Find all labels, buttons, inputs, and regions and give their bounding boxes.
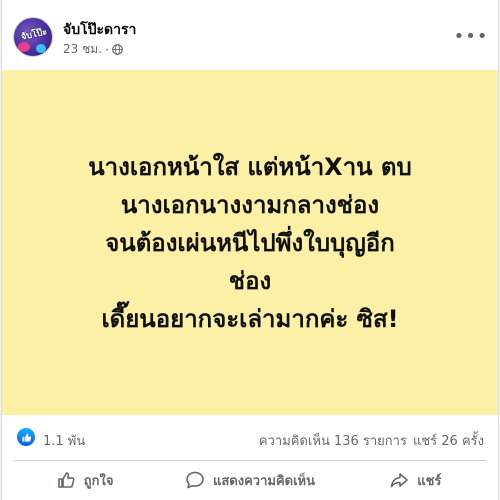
comment-label: แสดงความคิดเห็น bbox=[212, 473, 315, 489]
post-card: จับโป๊ะ จับโป๊ะดารา 23 ชม. · ••• นางเอกห… bbox=[1, 0, 499, 500]
meta-separator: · bbox=[104, 42, 109, 57]
action-bar: ถูกใจ แสดงความคิดเห็น แชร์ bbox=[2, 461, 498, 499]
more-options-icon: ••• bbox=[453, 26, 489, 47]
like-button[interactable]: ถูกใจ bbox=[2, 461, 167, 499]
avatar-decoration bbox=[36, 44, 46, 53]
share-button[interactable]: แชร์ bbox=[333, 461, 498, 499]
post-image-text: นางเอกหน้าใส แต่หน้าXาน ตบ นางเอกนางงามก… bbox=[40, 148, 460, 338]
comment-icon bbox=[186, 471, 204, 489]
engagement-stats: ความคิดเห็น 136 รายการ แชร์ 26 ครั้ง bbox=[259, 430, 484, 451]
avatar-decoration bbox=[18, 42, 30, 52]
reactions-count[interactable]: 1.1 พัน bbox=[43, 430, 85, 451]
thumbs-up-icon bbox=[57, 472, 75, 488]
post-stats: 1.1 พัน ความคิดเห็น 136 รายการ แชร์ 26 ค… bbox=[2, 422, 498, 452]
post-meta: 23 ชม. · bbox=[63, 40, 123, 59]
avatar[interactable]: จับโป๊ะ bbox=[13, 17, 53, 57]
image-text-line: จนต้องเผ่นหนีไปพึ่งใบบุญอีก bbox=[105, 228, 395, 257]
share-icon bbox=[390, 473, 409, 488]
image-text-line: นางเอกหน้าใส แต่หน้าXาน ตบ bbox=[88, 152, 412, 181]
page-name-link[interactable]: จับโป๊ะดารา bbox=[63, 19, 136, 41]
post-header: จับโป๊ะ จับโป๊ะดารา 23 ชม. · ••• bbox=[2, 0, 498, 70]
comment-button[interactable]: แสดงความคิดเห็น bbox=[167, 461, 332, 499]
image-text-line: ช่อง bbox=[228, 266, 272, 295]
more-options-button[interactable]: ••• bbox=[454, 24, 488, 50]
like-label: ถูกใจ bbox=[83, 473, 114, 489]
like-reaction-icon[interactable] bbox=[17, 428, 35, 446]
image-text-line: เดี๊ยนอยากจะเล่ามากค่ะ ซิส! bbox=[101, 304, 399, 333]
post-image[interactable]: นางเอกหน้าใส แต่หน้าXาน ตบ นางเอกนางงามก… bbox=[2, 70, 498, 415]
comments-count-link[interactable]: ความคิดเห็น 136 รายการ bbox=[259, 430, 407, 451]
shares-count-link[interactable]: แชร์ 26 ครั้ง bbox=[413, 430, 484, 451]
globe-icon bbox=[111, 44, 123, 55]
share-label: แชร์ bbox=[417, 473, 442, 489]
post-timestamp[interactable]: 23 ชม. bbox=[63, 40, 102, 59]
image-text-line: นางเอกนางงามกลางช่อง bbox=[120, 190, 380, 219]
